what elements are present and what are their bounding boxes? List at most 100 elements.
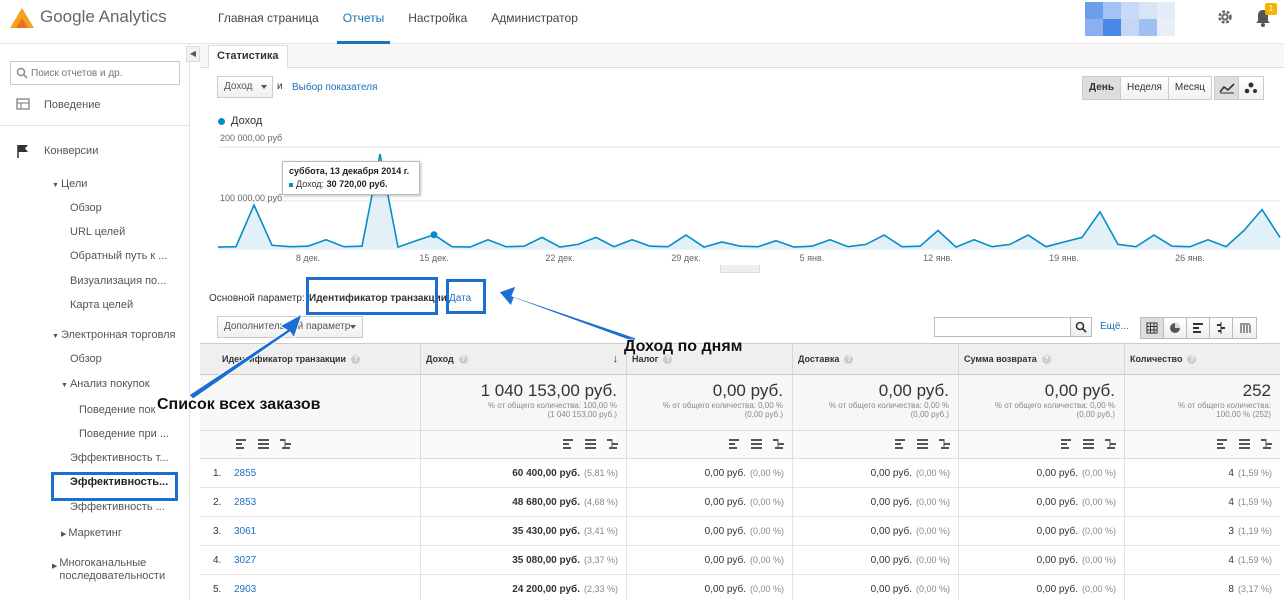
sidebar-item-funnel-visualization[interactable]: Визуализация по...	[70, 275, 166, 287]
quantity-cell: 8 (3,17 %)	[1124, 575, 1280, 600]
sidebar-item-behavior[interactable]: Поведение	[44, 99, 101, 111]
transaction-id-link[interactable]: 3027	[234, 546, 256, 575]
report-search-input[interactable]	[31, 65, 176, 81]
align-indent-icon[interactable]	[1105, 439, 1117, 449]
help-icon[interactable]: ?	[351, 355, 361, 365]
motion-chart-button[interactable]	[1239, 77, 1263, 99]
cell-percentage: (2,33 %)	[583, 584, 618, 594]
col-header-transaction-id[interactable]: Идентификатор транзакции?	[200, 344, 420, 375]
nav-admin[interactable]: Администратор	[479, 0, 590, 44]
align-left-icon[interactable]	[1217, 439, 1229, 449]
google-analytics-logo[interactable]: Google Analytics	[10, 6, 167, 28]
sidebar-item-multichannel[interactable]: ▶ Многоканальные последовательности	[52, 557, 182, 583]
col-header-refund[interactable]: Сумма возврата?	[958, 344, 1124, 375]
advanced-filter-link[interactable]: Ещё...	[1100, 321, 1129, 332]
view-pivot-button[interactable]	[1233, 318, 1256, 338]
view-comparison-button[interactable]	[1210, 318, 1233, 338]
column-view-cell	[626, 431, 792, 459]
table-row: 3. 3061 35 430,00 руб. (3,41 %) 0,00 руб. (0,…	[200, 517, 1280, 546]
align-center-icon[interactable]	[1083, 439, 1095, 449]
sidebar-item-checkout-behavior[interactable]: Поведение при ...	[79, 428, 169, 440]
sidebar-item-product-performance[interactable]: Эффективность т...	[70, 452, 169, 464]
sidebar-item-goals[interactable]: ▼ Цели	[52, 178, 87, 190]
transaction-id-link[interactable]: 2855	[234, 459, 256, 488]
avatar-tile	[1157, 19, 1175, 36]
view-table-button[interactable]	[1141, 318, 1164, 338]
nav-settings[interactable]: Настройка	[396, 0, 479, 44]
data-point[interactable]	[430, 231, 438, 239]
nav-home[interactable]: Главная страница	[206, 0, 331, 44]
align-indent-icon[interactable]	[1261, 439, 1273, 449]
sidebar-item-ecommerce-overview[interactable]: Обзор	[70, 353, 102, 365]
view-bar-button[interactable]	[1187, 318, 1210, 338]
help-icon[interactable]: ?	[458, 355, 468, 365]
help-icon[interactable]: ?	[844, 355, 854, 365]
tooltip-row: Доход: 30 720,00 руб.	[289, 179, 413, 189]
transaction-id-link[interactable]: 2903	[234, 575, 256, 600]
view-pie-button[interactable]	[1164, 318, 1187, 338]
collapse-sidebar-button[interactable]: ◀	[186, 46, 200, 62]
pie-chart-icon	[1170, 323, 1180, 333]
col-header-shipping[interactable]: Доставка?	[792, 344, 958, 375]
select-metric-link[interactable]: Выбор показателя	[292, 82, 377, 93]
period-week-button[interactable]: Неделя	[1121, 77, 1169, 99]
transaction-id-link[interactable]: 3061	[234, 517, 256, 546]
sidebar-item-goal-flow[interactable]: Карта целей	[70, 299, 133, 311]
secondary-dimension-select[interactable]: Дополнительный параметр	[217, 316, 363, 338]
align-left-icon[interactable]	[1061, 439, 1073, 449]
help-icon[interactable]: ?	[663, 355, 673, 365]
align-center-icon[interactable]	[751, 439, 763, 449]
col-header-quantity[interactable]: Количество?	[1124, 344, 1280, 375]
table-filter-search-button[interactable]	[1070, 317, 1092, 337]
period-day-button[interactable]: День	[1083, 77, 1121, 99]
period-month-button[interactable]: Месяц	[1168, 77, 1212, 99]
sidebar-item-reverse-goal-path[interactable]: Обратный путь к ...	[70, 250, 167, 262]
cell-percentage: (0,00 %)	[1081, 497, 1116, 507]
align-indent-icon[interactable]	[280, 439, 292, 449]
sidebar-item-conversions[interactable]: Конверсии	[44, 145, 98, 157]
help-icon[interactable]: ?	[1041, 355, 1051, 365]
nav-reports[interactable]: Отчеты	[331, 0, 396, 44]
metric-select[interactable]: Доход	[217, 76, 273, 98]
cell-value: 0,00 руб.	[704, 497, 746, 508]
align-center-icon[interactable]	[585, 439, 597, 449]
revenue-chart[interactable]: 200 000,00 руб 100 000,00 руб 8 дек. 15 д…	[200, 129, 1284, 274]
sidebar-item-ecommerce-label: Электронная торговля	[60, 329, 176, 341]
align-left-icon[interactable]	[563, 439, 575, 449]
table-filter-input[interactable]	[934, 317, 1072, 337]
col-header-revenue[interactable]: Доход? ↓	[420, 344, 626, 375]
sidebar-item-ecommerce[interactable]: ▼ Электронная торговля	[52, 329, 176, 341]
col-header-label: Сумма возврата	[964, 354, 1037, 364]
align-indent-icon[interactable]	[939, 439, 951, 449]
sidebar-item-shopping-behavior[interactable]: Поведение пок	[79, 404, 155, 416]
align-left-icon[interactable]	[895, 439, 907, 449]
align-indent-icon[interactable]	[607, 439, 619, 449]
report-search[interactable]	[10, 61, 180, 85]
tax-cell: 0,00 руб. (0,00 %)	[626, 488, 792, 517]
cell-value: 3	[1228, 526, 1234, 537]
align-left-icon[interactable]	[236, 439, 248, 449]
gear-icon[interactable]	[1216, 8, 1234, 26]
sidebar-item-product-list-performance[interactable]: Эффективность ...	[70, 501, 165, 513]
chart-type-switcher	[1214, 76, 1264, 100]
shipping-cell: 0,00 руб. (0,00 %)	[792, 546, 958, 575]
sidebar-item-goal-urls[interactable]: URL целей	[70, 226, 125, 238]
align-center-icon[interactable]	[258, 439, 270, 449]
chart-resize-handle[interactable]	[720, 265, 760, 273]
sidebar-item-marketing[interactable]: ▶ Маркетинг	[61, 527, 122, 539]
help-icon[interactable]: ?	[1187, 355, 1197, 365]
col-header-label: Доставка	[798, 354, 840, 364]
sidebar-item-goals-overview[interactable]: Обзор	[70, 202, 102, 214]
total-refund: 0,00 руб.% от общего количества: 0,00 %(…	[958, 375, 1124, 431]
sidebar-item-shopping-analysis[interactable]: ▼ Анализ покупок	[61, 378, 150, 390]
account-avatar[interactable]	[1085, 2, 1175, 36]
total-value: 0,00 руб.	[712, 381, 783, 400]
align-indent-icon[interactable]	[773, 439, 785, 449]
line-chart-button[interactable]	[1215, 77, 1239, 99]
align-center-icon[interactable]	[917, 439, 929, 449]
align-center-icon[interactable]	[1239, 439, 1251, 449]
shipping-cell: 0,00 руб. (0,00 %)	[792, 488, 958, 517]
align-left-icon[interactable]	[729, 439, 741, 449]
tab-statistics[interactable]: Статистика	[208, 45, 288, 68]
transaction-id-link[interactable]: 2853	[234, 488, 256, 517]
